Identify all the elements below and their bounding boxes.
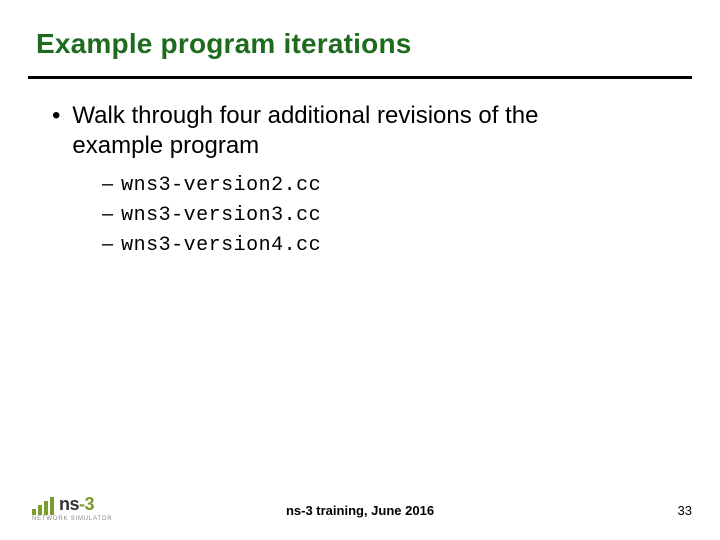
title-block: Example program iterations <box>0 0 720 68</box>
dash-marker: – <box>102 201 113 227</box>
bullet-item: • Walk through four additional revisions… <box>48 101 672 161</box>
logo-text: ns-3 <box>59 494 94 515</box>
bullet-text: Walk through four additional revisions o… <box>72 101 632 161</box>
sub-list: – wns3-version2.cc – wns3-version3.cc – … <box>102 171 672 259</box>
logo-bars-icon <box>32 497 54 515</box>
slide: Example program iterations • Walk throug… <box>0 0 720 540</box>
list-item: – wns3-version3.cc <box>102 201 672 229</box>
logo-top: ns-3 <box>32 494 94 515</box>
list-item: – wns3-version2.cc <box>102 171 672 199</box>
filename-text: wns3-version3.cc <box>121 203 321 229</box>
filename-text: wns3-version2.cc <box>121 173 321 199</box>
bullet-marker: • <box>52 101 60 131</box>
list-item: – wns3-version4.cc <box>102 231 672 259</box>
footer: ns-3 NETWORK SIMULATOR ns-3 training, Ju… <box>0 482 720 522</box>
logo-prefix: ns <box>59 494 79 514</box>
content-area: • Walk through four additional revisions… <box>0 79 720 259</box>
logo-suffix: -3 <box>79 494 94 514</box>
dash-marker: – <box>102 171 113 197</box>
slide-title: Example program iterations <box>36 28 684 60</box>
ns3-logo: ns-3 NETWORK SIMULATOR <box>32 494 112 522</box>
page-number: 33 <box>678 503 692 518</box>
logo-subtitle: NETWORK SIMULATOR <box>32 516 112 522</box>
dash-marker: – <box>102 231 113 257</box>
filename-text: wns3-version4.cc <box>121 233 321 259</box>
footer-caption: ns-3 training, June 2016 <box>286 503 434 518</box>
